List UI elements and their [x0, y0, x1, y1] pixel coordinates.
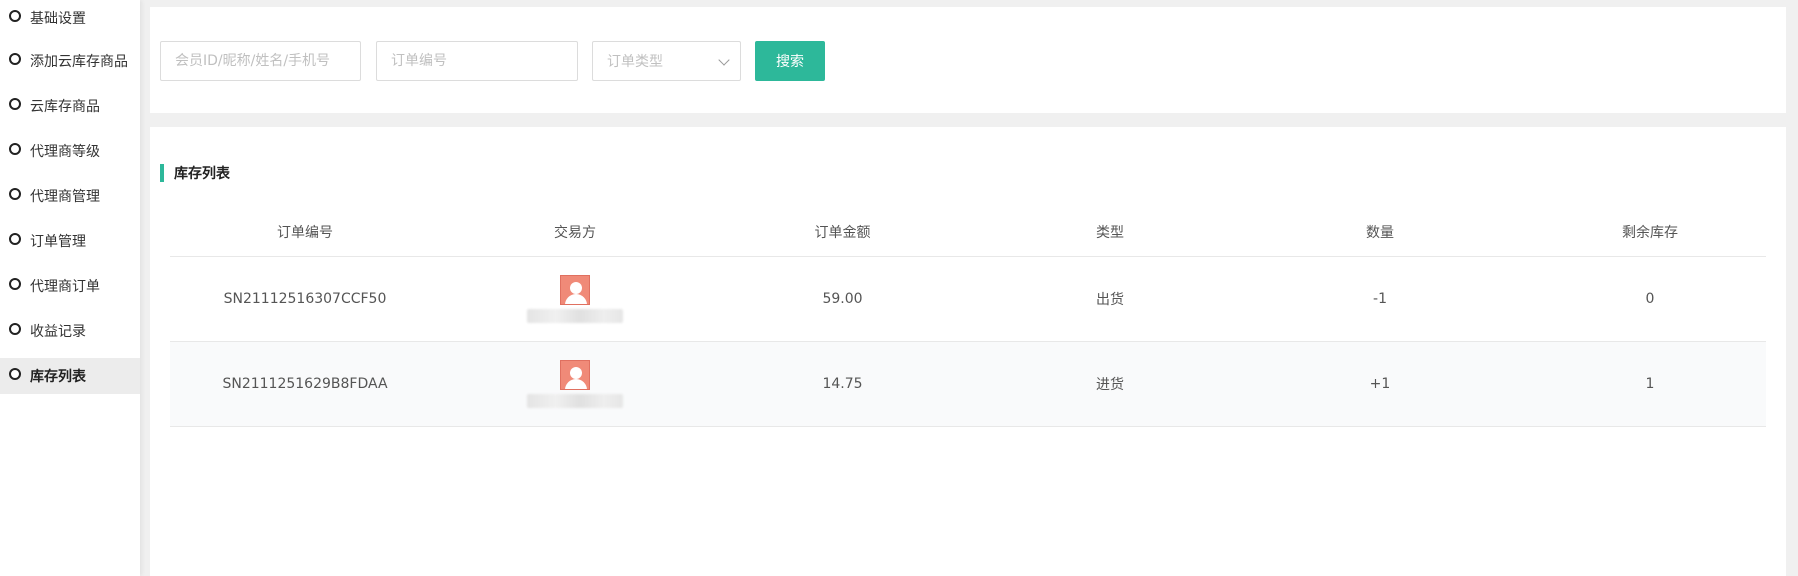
order-type-select[interactable]: 订单类型 [592, 41, 741, 81]
column-header-remaining: 剩余库存 [1622, 224, 1678, 241]
sidebar-item-label: 代理商订单 [30, 279, 100, 295]
order-number-input[interactable] [376, 41, 578, 81]
sidebar-item-label: 添加云库存商品 [30, 54, 128, 70]
circle-bullet-icon [9, 233, 21, 245]
column-header-party: 交易方 [554, 224, 596, 241]
user-avatar-icon[interactable] [560, 360, 590, 390]
remaining-stock-cell: 1 [1645, 376, 1655, 392]
sidebar-item-label: 收益记录 [30, 324, 86, 340]
sidebar-item-label: 库存列表 [30, 369, 86, 385]
circle-bullet-icon [9, 143, 21, 155]
sidebar-item-stock-list[interactable]: 库存列表 [0, 358, 140, 394]
circle-bullet-icon [9, 368, 21, 380]
sidebar-item-earnings-records[interactable]: 收益记录 [0, 313, 140, 349]
user-avatar-icon[interactable] [560, 275, 590, 305]
filter-panel: 订单类型 搜索 [150, 7, 1786, 113]
search-button[interactable]: 搜索 [755, 41, 825, 81]
quantity-cell: +1 [1369, 376, 1391, 392]
table-row: SN2111251629B8FDAA 14.75 进货 +1 1 [170, 342, 1766, 427]
circle-bullet-icon [9, 10, 21, 22]
circle-bullet-icon [9, 278, 21, 290]
stock-list-panel: 库存列表 订单编号 交易方 订单金额 类型 数量 剩余库存 SN21112516… [150, 127, 1786, 576]
chevron-down-icon [718, 54, 730, 66]
blurred-name [527, 309, 623, 323]
circle-bullet-icon [9, 188, 21, 200]
circle-bullet-icon [9, 53, 21, 65]
section-title-text: 库存列表 [174, 166, 230, 182]
sidebar-item-add-cloud-stock-product[interactable]: 添加云库存商品 [0, 43, 140, 79]
sidebar-item-cloud-stock-products[interactable]: 云库存商品 [0, 88, 140, 124]
section-title: 库存列表 [160, 164, 230, 182]
order-type-select-placeholder: 订单类型 [607, 54, 663, 70]
sidebar-item-label: 基础设置 [30, 11, 86, 27]
amount-cell: 59.00 [822, 291, 863, 307]
order-number-cell: SN21112516307CCF50 [223, 291, 387, 307]
column-header-quantity: 数量 [1366, 224, 1394, 241]
column-header-order-no: 订单编号 [277, 224, 333, 241]
sidebar-item-label: 代理商等级 [30, 144, 100, 160]
type-cell: 进货 [1096, 377, 1124, 393]
sidebar-item-label: 代理商管理 [30, 189, 100, 205]
sidebar-item-basic-settings[interactable]: 基础设置 [0, 0, 140, 36]
blurred-name [527, 394, 623, 408]
circle-bullet-icon [9, 323, 21, 335]
sidebar-item-agent-levels[interactable]: 代理商等级 [0, 133, 140, 169]
quantity-cell: -1 [1373, 291, 1387, 307]
sidebar-item-agent-management[interactable]: 代理商管理 [0, 178, 140, 214]
amount-cell: 14.75 [822, 376, 863, 392]
type-cell: 出货 [1096, 292, 1124, 308]
remaining-stock-cell: 0 [1645, 291, 1655, 307]
stock-table: 订单编号 交易方 订单金额 类型 数量 剩余库存 SN21112516307CC… [170, 207, 1766, 427]
sidebar: 基础设置 添加云库存商品 云库存商品 代理商等级 代理商管理 订单管理 代理商订… [0, 0, 140, 576]
sidebar-item-label: 订单管理 [30, 234, 86, 250]
table-header: 订单编号 交易方 订单金额 类型 数量 剩余库存 [170, 207, 1766, 257]
sidebar-item-agent-orders[interactable]: 代理商订单 [0, 268, 140, 304]
trade-party-cell [440, 342, 710, 426]
circle-bullet-icon [9, 98, 21, 110]
trade-party-cell [440, 257, 710, 341]
title-accent-bar [160, 164, 164, 182]
column-header-amount: 订单金额 [814, 224, 871, 241]
sidebar-item-order-management[interactable]: 订单管理 [0, 223, 140, 259]
table-row: SN21112516307CCF50 59.00 出货 -1 0 [170, 257, 1766, 342]
member-search-input[interactable] [160, 41, 361, 81]
order-number-cell: SN2111251629B8FDAA [222, 376, 388, 392]
sidebar-item-label: 云库存商品 [30, 99, 100, 115]
column-header-type: 类型 [1096, 224, 1124, 241]
